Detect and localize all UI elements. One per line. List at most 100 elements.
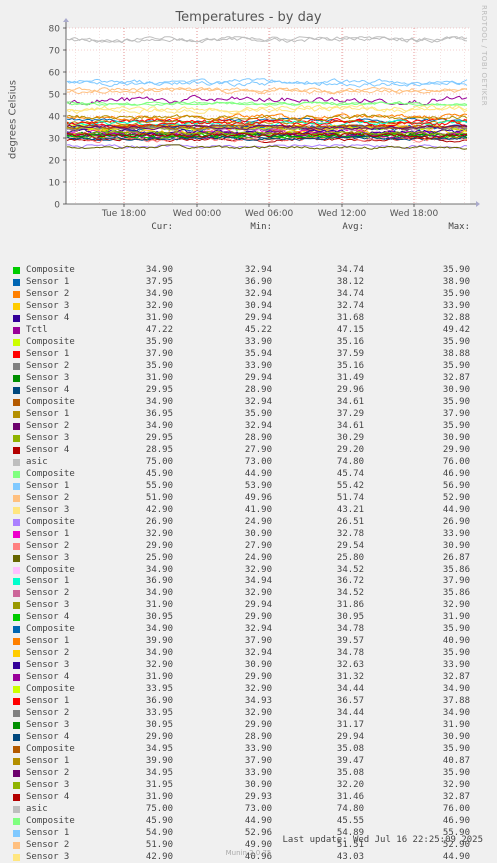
legend-min-value: 41.90 [244,504,272,515]
legend-avg-value: 30.95 [336,612,364,623]
legend-min-value: 44.90 [244,468,272,479]
legend-series-name: Composite [26,816,75,827]
legend-row: Sensor 4 29.95 28.90 29.96 30.90 [0,384,497,396]
legend-swatch [13,446,20,454]
legend-row: Composite 34.90 32.94 34.78 35.90 [0,623,497,635]
legend-row: Sensor 3 31.95 30.90 32.20 32.90 [0,779,497,791]
legend-avg-value: 34.61 [336,396,364,407]
legend-cur-value: 75.00 [145,804,173,815]
legend-row: Composite 34.95 33.90 35.08 35.90 [0,743,497,755]
legend-series-name: Composite [26,624,75,635]
legend-max-value: 33.90 [442,300,470,311]
legend-swatch [13,542,20,550]
legend-min-value: 36.90 [244,276,272,287]
legend-cur-value: 31.90 [145,672,173,683]
legend-avg-value: 35.16 [336,360,364,371]
legend-max-value: 32.88 [442,312,470,323]
legend-swatch [13,554,20,562]
legend-row: Sensor 3 31.90 29.94 31.86 32.90 [0,599,497,611]
legend-min-value: 32.94 [244,265,272,275]
legend-min-value: 52.96 [244,828,272,839]
legend-swatch [13,434,20,442]
legend-cur-value: 47.22 [145,324,173,335]
legend-min-value: 28.90 [244,732,272,743]
legend-swatch [13,482,20,490]
legend-avg-value: 35.08 [336,744,364,755]
legend-series-name: Sensor 3 [26,720,70,731]
last-update: Last update: Wed Jul 16 22:25:09 2025 [282,835,483,845]
legend-series-name: Sensor 2 [26,768,70,779]
legend-max-value: 35.90 [442,288,470,299]
legend-max-value: 33.90 [442,660,470,671]
legend-header-cur: Cur: [151,222,173,232]
legend-series-name: Composite [26,336,75,347]
legend-swatch [13,614,20,622]
legend-avg-value: 35.08 [336,768,364,779]
legend-row: Composite 33.95 32.90 34.44 34.90 [0,683,497,695]
legend-min-value: 32.94 [244,624,272,635]
legend-row: Sensor 2 33.95 32.90 34.44 34.90 [0,707,497,719]
legend-min-value: 30.90 [244,528,272,539]
legend-row: Sensor 4 31.90 29.90 31.32 32.87 [0,671,497,683]
legend-row: asic 75.00 73.00 74.80 76.00 [0,456,497,468]
legend-avg-value: 39.47 [336,756,364,767]
legend-min-value: 73.00 [244,804,272,815]
legend-swatch [13,362,20,370]
legend-series-name: Sensor 2 [26,648,70,659]
legend-cur-value: 37.95 [145,276,173,287]
legend-cur-value: 26.90 [145,516,173,527]
legend-max-value: 26.87 [442,552,470,563]
legend-swatch [13,698,20,706]
legend-swatch [13,302,20,310]
legend-avg-value: 39.57 [336,636,364,647]
legend-series-name: Sensor 4 [26,612,70,623]
legend-cur-value: 31.90 [145,372,173,383]
legend-avg-value: 34.52 [336,588,364,599]
legend-min-value: 34.94 [244,576,272,587]
legend-swatch [13,374,20,382]
legend-avg-value: 74.80 [336,456,364,467]
legend-swatch [13,494,20,502]
legend-swatch [13,782,20,790]
legend-max-value: 37.90 [442,576,470,587]
legend-cur-value: 36.95 [145,408,173,419]
legend-swatch [13,770,20,778]
legend-series-name: Sensor 3 [26,552,70,563]
legend-cur-value: 34.95 [145,768,173,779]
legend-cur-value: 45.90 [145,816,173,827]
legend-min-value: 34.93 [244,696,272,707]
legend-cur-value: 34.90 [145,288,173,299]
legend-cur-value: 30.95 [145,720,173,731]
legend-avg-value: 32.20 [336,780,364,791]
legend-swatch [13,722,20,730]
legend-min-value: 49.96 [244,492,272,503]
legend-min-value: 29.94 [244,372,272,383]
legend-min-value: 44.90 [244,816,272,827]
legend-min-value: 33.90 [244,336,272,347]
legend-series-name: Sensor 1 [26,480,70,491]
legend-series-name: Sensor 3 [26,780,70,791]
legend-avg-value: 37.59 [336,348,364,359]
legend-swatch [13,410,20,418]
legend-max-value: 32.87 [442,672,470,683]
legend-series-name: Tctl [26,324,48,335]
legend-max-value: 35.90 [442,336,470,347]
legend-series-name: Composite [26,564,75,575]
legend-cur-value: 30.95 [145,612,173,623]
legend-min-value: 30.90 [244,660,272,671]
legend-row: Sensor 3 30.95 29.90 31.17 31.90 [0,719,497,731]
legend-series-name: Sensor 2 [26,288,70,299]
legend-max-value: 32.90 [442,780,470,791]
legend-min-value: 28.90 [244,384,272,395]
legend-cur-value: 34.90 [145,564,173,575]
legend-avg-value: 31.17 [336,720,364,731]
legend-swatch [13,806,20,814]
legend-row: Sensor 4 31.90 29.93 31.46 32.87 [0,791,497,803]
legend-max-value: 35.90 [442,396,470,407]
legend-row: Sensor 3 29.95 28.90 30.29 30.90 [0,432,497,444]
legend-cur-value: 54.90 [145,828,173,839]
legend-row: Sensor 1 37.90 35.94 37.59 38.88 [0,348,497,360]
legend-row: Composite 35.90 33.90 35.16 35.90 [0,336,497,348]
legend-cur-value: 45.90 [145,468,173,479]
legend-min-value: 33.90 [244,744,272,755]
